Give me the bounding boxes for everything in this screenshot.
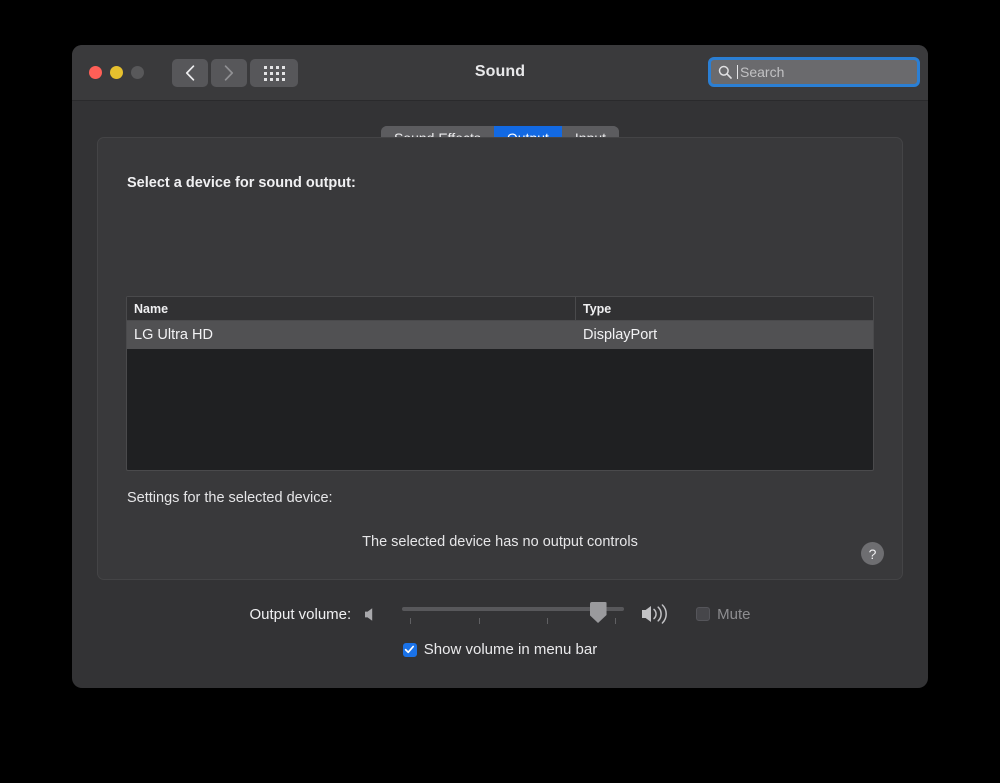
speaker-loud-icon — [640, 603, 674, 625]
device-name-cell: LG Ultra HD — [134, 327, 213, 343]
search-field[interactable]: Search — [708, 57, 920, 87]
settings-label: Settings for the selected device: — [127, 490, 333, 506]
speaker-quiet-icon — [363, 606, 380, 623]
output-volume-label: Output volume: — [249, 605, 352, 623]
output-settings-panel: Select a device for sound output: Name T… — [97, 137, 903, 580]
window-titlebar: Sound Search — [72, 45, 928, 101]
mute-checkbox-group[interactable]: Mute — [696, 605, 751, 623]
slider-ticks — [410, 618, 617, 624]
mute-label: Mute — [717, 605, 751, 623]
output-device-table[interactable]: Name Type LG Ultra HD DisplayPort — [126, 296, 874, 471]
no-output-controls-message: The selected device has no output contro… — [362, 534, 638, 550]
checkmark-icon — [405, 645, 415, 654]
search-placeholder: Search — [740, 64, 785, 80]
device-type-cell: DisplayPort — [583, 327, 658, 343]
help-button[interactable]: ? — [861, 542, 884, 565]
show-volume-row[interactable]: Show volume in menu bar — [72, 641, 928, 658]
output-volume-slider[interactable] — [402, 601, 625, 627]
table-header-row: Name Type — [127, 297, 873, 321]
search-text-caret — [737, 65, 738, 79]
output-volume-row: Output volume: Mute — [72, 601, 928, 627]
panel-heading: Select a device for sound output: — [127, 175, 356, 191]
show-volume-checkbox[interactable] — [402, 642, 417, 657]
show-volume-label: Show volume in menu bar — [423, 641, 598, 658]
column-header-type[interactable]: Type — [576, 297, 873, 320]
sound-preferences-window: Sound Search Sound Effects Output Input … — [72, 45, 928, 688]
column-header-name[interactable]: Name — [127, 297, 576, 320]
mute-checkbox[interactable] — [696, 607, 711, 621]
search-icon — [718, 65, 732, 79]
table-row[interactable]: LG Ultra HD DisplayPort — [127, 321, 873, 349]
